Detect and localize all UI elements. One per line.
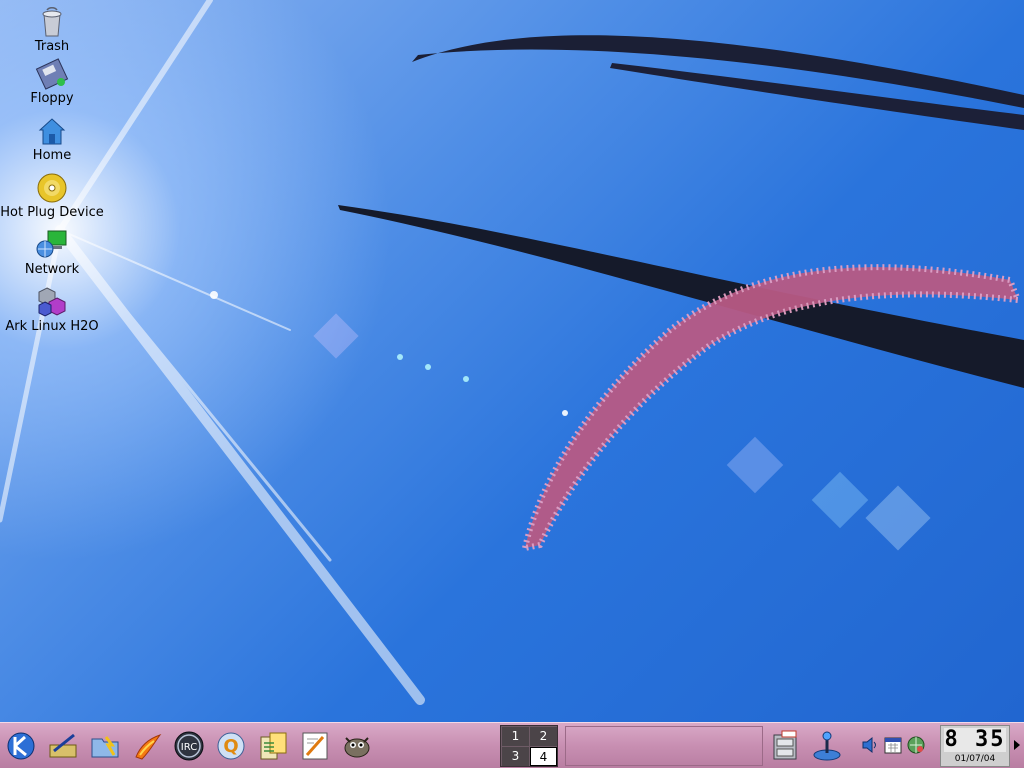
- desktop-icon-label: Network: [24, 262, 80, 277]
- desktop-icon-label: Hot Plug Device: [0, 205, 104, 220]
- pager-desktop-1[interactable]: 1: [502, 727, 529, 746]
- network-icon: [36, 230, 67, 258]
- pager-desktop-2[interactable]: 2: [530, 727, 557, 746]
- kde-menu-icon: [7, 732, 35, 760]
- svg-text:Q: Q: [223, 736, 238, 757]
- clock[interactable]: 8 35 01/07/04: [940, 725, 1010, 767]
- trash-icon: [42, 7, 62, 37]
- editor-launcher[interactable]: [298, 729, 334, 763]
- desktop[interactable]: Trash Floppy Home Hot Plug Device Networ…: [0, 0, 1024, 722]
- gimp-launcher[interactable]: [340, 729, 376, 763]
- taskbar-panel: IRC Q 1 2 3 4 8 35 01/07/04: [0, 722, 1024, 768]
- desktop-icon-network[interactable]: Network: [0, 229, 104, 277]
- ark-linux-icon: [38, 287, 66, 317]
- task-list[interactable]: [565, 726, 763, 766]
- desktop-icon-trash[interactable]: Trash: [0, 6, 104, 54]
- file-cabinet-icon: [773, 730, 797, 760]
- clock-time: 8 35: [944, 727, 1006, 752]
- panel-hide-arrow-icon[interactable]: [1012, 737, 1022, 753]
- irc-launcher[interactable]: IRC: [172, 729, 208, 763]
- clock-date: 01/07/04: [954, 754, 996, 764]
- q-app-launcher[interactable]: Q: [214, 729, 250, 763]
- desktop-icon-hotplug[interactable]: Hot Plug Device: [0, 172, 104, 220]
- calendar-tray[interactable]: [883, 735, 903, 755]
- floppy-icon: [35, 58, 69, 90]
- kde-menu-button[interactable]: [4, 729, 40, 763]
- desktop-icon-label: Ark Linux H2O: [5, 319, 99, 334]
- desktop-icon-floppy[interactable]: Floppy: [0, 58, 104, 106]
- control-center-icon: [49, 733, 77, 758]
- calendar-icon: [884, 737, 902, 754]
- pager-desktop-4[interactable]: 4: [530, 747, 557, 766]
- volume-tray[interactable]: [860, 735, 880, 755]
- hotplug-cd-icon: [37, 173, 67, 203]
- svg-text:IRC: IRC: [181, 742, 197, 753]
- joystick-icon: [813, 731, 841, 761]
- desktop-icon-label: Trash: [34, 39, 70, 54]
- desktop-icon-label: Home: [32, 148, 72, 163]
- network-monitor-icon: [907, 736, 925, 754]
- home-icon: [38, 118, 66, 145]
- irc-icon: IRC: [174, 731, 204, 761]
- file-manager-launcher[interactable]: [88, 729, 124, 763]
- file-cabinet-button[interactable]: [768, 729, 802, 763]
- calculator-icon: [260, 732, 287, 760]
- network-monitor-tray[interactable]: [906, 735, 926, 755]
- desktop-icon-label: Floppy: [30, 91, 74, 106]
- q-app-icon: Q: [217, 732, 245, 760]
- gimp-icon: [344, 737, 370, 758]
- pager-desktop-3[interactable]: 3: [502, 747, 529, 766]
- calculator-launcher[interactable]: [256, 729, 292, 763]
- wallpaper: [0, 0, 1024, 705]
- firebird-launcher[interactable]: [130, 729, 166, 763]
- firebird-icon: [135, 734, 162, 760]
- desktop-icon-ark-linux[interactable]: Ark Linux H2O: [0, 286, 104, 334]
- desktop-icon-home[interactable]: Home: [0, 115, 104, 163]
- file-manager-icon: [91, 736, 119, 758]
- control-center-launcher[interactable]: [46, 729, 82, 763]
- desktop-pager: 1 2 3 4: [500, 725, 558, 767]
- editor-icon: [302, 732, 328, 760]
- volume-icon: [862, 736, 876, 754]
- joystick-button[interactable]: [810, 729, 844, 763]
